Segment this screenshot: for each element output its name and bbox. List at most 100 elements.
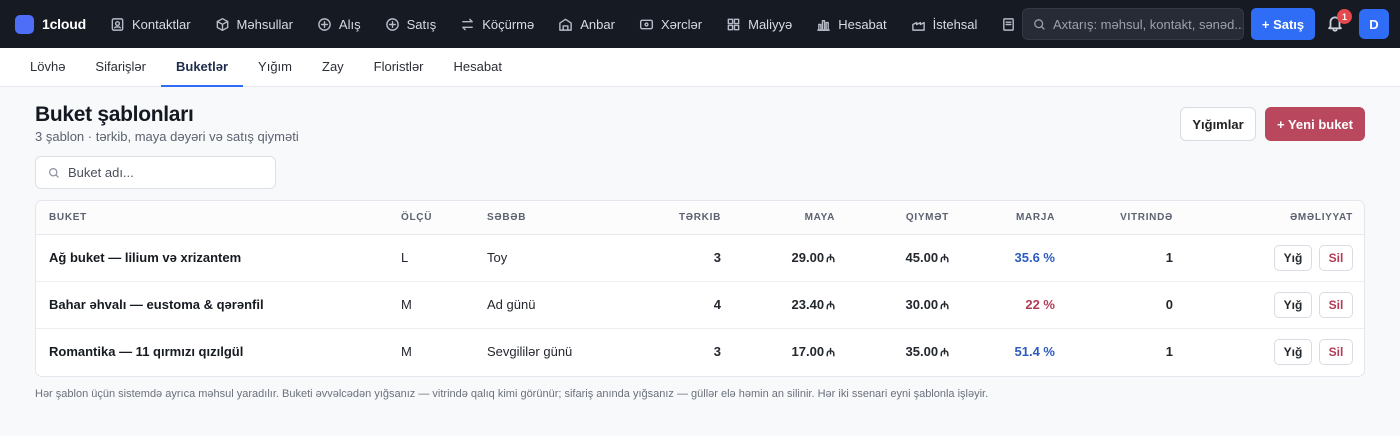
currency-symbol: ₼ [826, 346, 835, 359]
bouquet-price: 45.00 ₼ [848, 234, 962, 282]
bouquet-size: L [388, 234, 474, 282]
nav-label: İstehsal [932, 16, 978, 32]
nav-item-finance[interactable]: Maliyyə [726, 17, 792, 32]
transfer-icon [462, 18, 474, 30]
nav-item-purchase[interactable]: Alış [317, 17, 361, 32]
bouquet-size: M [401, 344, 412, 360]
tab-orders[interactable]: Sifarişlər [80, 48, 161, 87]
assemble-button[interactable]: Yığ [1274, 291, 1312, 318]
new-bouquet-button[interactable]: + Yeni buket [1265, 107, 1365, 141]
plus-circle-icon [318, 17, 331, 31]
bouquet-filter[interactable] [35, 156, 276, 189]
col-actions: Əməliyyat [1186, 201, 1364, 235]
assemble-button[interactable]: Yığ [1274, 244, 1312, 271]
user-avatar[interactable]: D [1359, 9, 1389, 39]
tab-report[interactable]: Hesabat [439, 48, 517, 87]
notification-badge: 1 [1337, 9, 1352, 24]
bouquet-table: Buket Ölçü Səbəb Tərkib Maya Qiymət Marj… [35, 200, 1365, 377]
bouquet-composition: 3 [634, 234, 734, 282]
currency-symbol: ₼ [940, 346, 949, 359]
tab-bouquets[interactable]: Buketlər [161, 48, 244, 87]
nav-label: Xərclər [660, 16, 703, 32]
bouquet-name[interactable]: Bahar əhvalı — eustoma & qərənfil [36, 281, 388, 329]
nav-item-reports[interactable]: Hesabat [816, 16, 887, 32]
currency-symbol: ₼ [940, 299, 949, 312]
bouquet-showcase-count: 1 [1068, 234, 1186, 282]
col-composition[interactable]: Tərkib [634, 201, 734, 235]
bouquet-cost: 23.40 ₼ [734, 281, 848, 329]
price-value: 30.00 [905, 296, 939, 312]
col-price[interactable]: Qiymət [848, 201, 962, 235]
bouquet-occasion: Sevgililər günü [487, 344, 573, 360]
currency-symbol: ₼ [826, 252, 835, 265]
row-actions: Yığ Sil [1186, 281, 1364, 329]
cost-value: 23.40 [791, 296, 825, 312]
row-actions: Yığ Sil [1186, 234, 1364, 282]
nav-label: Hesabat [838, 16, 887, 32]
table-row[interactable]: Romantika — 11 qırmızı qızılgül M Sevgil… [36, 328, 1364, 375]
box-icon [216, 17, 228, 31]
bouquet-occasion: Toy [474, 234, 634, 282]
bouquet-name[interactable]: Ağ buket — lilium və xrizantem [36, 234, 388, 282]
notifications-button[interactable]: 1 [1326, 9, 1352, 34]
app-logo[interactable]: 1cloud [15, 14, 95, 34]
delete-button[interactable]: Sil [1319, 338, 1353, 365]
table-row[interactable]: Ağ buket — lilium və xrizantem L Toy 3 2… [36, 234, 1364, 282]
warehouse-icon [559, 18, 573, 31]
nav-item-sales[interactable]: Satış [385, 16, 437, 32]
currency-symbol: ₼ [826, 299, 835, 312]
nav-item-production[interactable]: İstehsal [911, 16, 978, 32]
assemblies-button[interactable]: Yığımlar [1180, 107, 1256, 141]
section-tabs: Lövhə Sifarişlər Buketlər Yığım Zay Flor… [0, 48, 1400, 87]
nav-label: Maliyyə [748, 16, 793, 32]
bouquet-margin: 51.4 % [1014, 344, 1055, 360]
nav-item-contacts[interactable]: Kontaktlar [110, 17, 191, 32]
bouquet-price: 30.00 ₼ [848, 281, 962, 329]
nav-item-warehouse[interactable]: Anbar [558, 17, 615, 32]
new-sale-button[interactable]: + Satış [1251, 8, 1315, 40]
plus-circle-icon [385, 17, 399, 31]
col-bouquet[interactable]: Buket [36, 201, 388, 235]
bouquet-occasion: Ad günü [474, 281, 634, 329]
tab-florists[interactable]: Floristlər [359, 48, 439, 87]
footnote: Hər şablon üçün sistemdə ayrıca məhsul y… [35, 388, 989, 400]
cost-value: 17.00 [791, 343, 825, 359]
bouquet-name[interactable]: Romantika — 11 qırmızı qızılgül [36, 328, 388, 375]
price-value: 45.00 [905, 249, 939, 265]
nav-item-products[interactable]: Məhsullar [215, 17, 293, 32]
top-bar: 1cloud Kontaktlar Məhsullar Alış Satış K… [0, 0, 1400, 48]
bouquet-showcase-count: 1 [1165, 344, 1173, 360]
tab-dashboard[interactable]: Lövhə [15, 48, 80, 87]
nav-label: Satış [406, 16, 437, 32]
nav-item-more[interactable] [1001, 17, 1023, 32]
bouquet-cost: 17.00 ₼ [734, 328, 848, 375]
tab-assembly[interactable]: Yığım [243, 48, 307, 87]
global-search[interactable] [1022, 8, 1244, 40]
col-margin[interactable]: Marja [962, 201, 1068, 235]
currency-symbol: ₼ [940, 252, 949, 265]
bouquet-showcase-count: 0 [1068, 281, 1186, 329]
col-cost[interactable]: Maya [734, 201, 848, 235]
page-title: Buket şablonları [35, 103, 194, 126]
bar-chart-icon [817, 19, 831, 31]
bouquet-margin: 22 % [962, 281, 1068, 329]
app-name: 1cloud [42, 16, 86, 32]
col-size[interactable]: Ölçü [388, 201, 474, 235]
delete-button[interactable]: Sil [1319, 244, 1353, 271]
tab-defects[interactable]: Zay [307, 48, 359, 87]
nav-item-expenses[interactable]: Xərclər [639, 17, 702, 32]
col-showcase[interactable]: Vitrində [1068, 201, 1186, 235]
bouquet-composition: 3 [713, 344, 721, 360]
col-occasion[interactable]: Səbəb [474, 201, 634, 235]
bouquet-composition: 4 [634, 281, 734, 329]
assemble-button[interactable]: Yığ [1274, 338, 1312, 365]
table-row[interactable]: Bahar əhvalı — eustoma & qərənfil M Ad g… [36, 281, 1364, 329]
row-actions: Yığ Sil [1186, 328, 1364, 375]
contacts-icon [111, 17, 124, 31]
delete-button[interactable]: Sil [1319, 291, 1353, 318]
table-header-row: Buket Ölçü Səbəb Tərkib Maya Qiymət Marj… [36, 201, 1364, 235]
global-search-input[interactable] [1053, 16, 1243, 32]
document-icon [1003, 17, 1015, 31]
bouquet-name-input[interactable] [68, 165, 268, 180]
nav-item-transfer[interactable]: Köçürmə [460, 17, 534, 32]
